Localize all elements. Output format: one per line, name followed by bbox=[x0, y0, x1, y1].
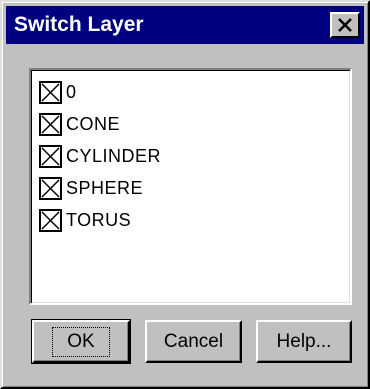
title-bar: Switch Layer bbox=[6, 6, 364, 44]
layer-item-torus[interactable]: TORUS bbox=[39, 204, 350, 236]
dialog-title: Switch Layer bbox=[14, 13, 144, 36]
cancel-button-label: Cancel bbox=[163, 330, 224, 352]
layer-listbox[interactable]: 0 CONE CYLINDER SPHERE TORUS bbox=[29, 68, 352, 305]
checked-x-icon bbox=[41, 146, 60, 166]
layer-checkbox[interactable] bbox=[39, 144, 62, 168]
help-button[interactable]: Help... bbox=[256, 320, 352, 363]
close-icon bbox=[338, 18, 352, 32]
ok-button-label: OK bbox=[52, 326, 110, 357]
ok-button[interactable]: OK bbox=[31, 319, 131, 364]
layer-checkbox[interactable] bbox=[39, 176, 62, 200]
checked-x-icon bbox=[41, 82, 60, 102]
checked-x-icon bbox=[41, 178, 60, 198]
layer-label: 0 bbox=[66, 81, 77, 102]
layer-label: CYLINDER bbox=[66, 145, 162, 166]
switch-layer-dialog: Switch Layer 0 CONE CYLINDER SPHERE TORU… bbox=[0, 0, 370, 389]
layer-item-cylinder[interactable]: CYLINDER bbox=[39, 140, 350, 172]
checked-x-icon bbox=[41, 210, 60, 230]
layer-item-0[interactable]: 0 bbox=[39, 76, 350, 108]
layer-label: TORUS bbox=[66, 209, 132, 230]
close-button[interactable] bbox=[330, 12, 360, 38]
checked-x-icon bbox=[41, 114, 60, 134]
cancel-button[interactable]: Cancel bbox=[145, 320, 242, 363]
layer-item-sphere[interactable]: SPHERE bbox=[39, 172, 350, 204]
help-button-label: Help... bbox=[276, 330, 332, 352]
layer-item-cone[interactable]: CONE bbox=[39, 108, 350, 140]
layer-checkbox[interactable] bbox=[39, 80, 62, 104]
layer-label: SPHERE bbox=[66, 177, 144, 198]
layer-checkbox[interactable] bbox=[39, 208, 62, 232]
layer-checkbox[interactable] bbox=[39, 112, 62, 136]
layer-label: CONE bbox=[66, 113, 121, 134]
